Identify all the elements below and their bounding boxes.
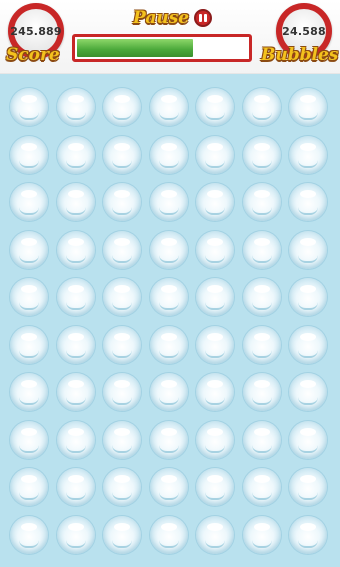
- bubble[interactable]: [150, 136, 188, 174]
- bubble[interactable]: [196, 373, 234, 411]
- bubble[interactable]: [103, 373, 141, 411]
- bubble[interactable]: [150, 326, 188, 364]
- score-value: 245.889: [10, 24, 62, 38]
- bubble[interactable]: [10, 88, 48, 126]
- bubble[interactable]: [103, 278, 141, 316]
- bubble[interactable]: [196, 278, 234, 316]
- bubble[interactable]: [10, 468, 48, 506]
- bubble[interactable]: [103, 88, 141, 126]
- bubble[interactable]: [10, 373, 48, 411]
- bubble[interactable]: [57, 516, 95, 554]
- bubble[interactable]: [57, 183, 95, 221]
- bubbles-label: Bubbles: [261, 45, 339, 65]
- bubble[interactable]: [196, 136, 234, 174]
- bubble[interactable]: [243, 278, 281, 316]
- bubble[interactable]: [10, 136, 48, 174]
- bubble[interactable]: [150, 278, 188, 316]
- bubble[interactable]: [289, 88, 327, 126]
- bubble[interactable]: [243, 183, 281, 221]
- bubble[interactable]: [103, 516, 141, 554]
- bubble[interactable]: [150, 373, 188, 411]
- bubble[interactable]: [10, 278, 48, 316]
- bubble[interactable]: [57, 373, 95, 411]
- bubble[interactable]: [150, 183, 188, 221]
- bubble[interactable]: [243, 516, 281, 554]
- bubble[interactable]: [103, 468, 141, 506]
- bubble[interactable]: [10, 183, 48, 221]
- bubble[interactable]: [196, 326, 234, 364]
- bubble[interactable]: [150, 88, 188, 126]
- score-label: Score: [6, 45, 60, 65]
- bubble[interactable]: [196, 231, 234, 269]
- bubble[interactable]: [289, 468, 327, 506]
- pause-button[interactable]: Pause: [133, 6, 213, 30]
- bubble[interactable]: [196, 468, 234, 506]
- bubble[interactable]: [57, 231, 95, 269]
- bubble[interactable]: [196, 88, 234, 126]
- pause-label: Pause: [133, 8, 190, 28]
- bubble[interactable]: [150, 516, 188, 554]
- bubble[interactable]: [103, 183, 141, 221]
- bubble[interactable]: [150, 231, 188, 269]
- bubble[interactable]: [10, 231, 48, 269]
- bubble[interactable]: [243, 326, 281, 364]
- progress-bar-fill: [77, 39, 193, 57]
- bubble[interactable]: [243, 468, 281, 506]
- bubble[interactable]: [57, 421, 95, 459]
- bubble[interactable]: [289, 278, 327, 316]
- bubble[interactable]: [103, 326, 141, 364]
- bubble[interactable]: [57, 136, 95, 174]
- bubble[interactable]: [57, 326, 95, 364]
- bubble[interactable]: [289, 136, 327, 174]
- hud-bar: 245.889 Score Pause 24.588 Bubbles: [0, 0, 340, 74]
- bubble[interactable]: [196, 183, 234, 221]
- game-screen: 245.889 Score Pause 24.588 Bubbles: [0, 0, 340, 567]
- bubble[interactable]: [196, 516, 234, 554]
- bubble[interactable]: [10, 421, 48, 459]
- bubble[interactable]: [103, 231, 141, 269]
- bubble[interactable]: [103, 136, 141, 174]
- bubble[interactable]: [289, 373, 327, 411]
- bubble[interactable]: [103, 421, 141, 459]
- bubble[interactable]: [150, 421, 188, 459]
- bubble[interactable]: [196, 421, 234, 459]
- bubble[interactable]: [289, 516, 327, 554]
- bubble[interactable]: [150, 468, 188, 506]
- bubble[interactable]: [10, 326, 48, 364]
- bubble[interactable]: [57, 278, 95, 316]
- bubble[interactable]: [289, 421, 327, 459]
- pause-icon[interactable]: [194, 9, 213, 27]
- bubble[interactable]: [289, 183, 327, 221]
- bubble[interactable]: [10, 516, 48, 554]
- progress-bar: [72, 34, 252, 62]
- bubble[interactable]: [243, 136, 281, 174]
- bubble[interactable]: [243, 373, 281, 411]
- bubble[interactable]: [243, 231, 281, 269]
- bubble[interactable]: [243, 88, 281, 126]
- bubble[interactable]: [57, 88, 95, 126]
- bubble[interactable]: [243, 421, 281, 459]
- bubbles-value: 24.588: [282, 24, 326, 38]
- bubble[interactable]: [289, 326, 327, 364]
- bubble[interactable]: [57, 468, 95, 506]
- bubble-grid: [0, 74, 340, 567]
- bubble[interactable]: [289, 231, 327, 269]
